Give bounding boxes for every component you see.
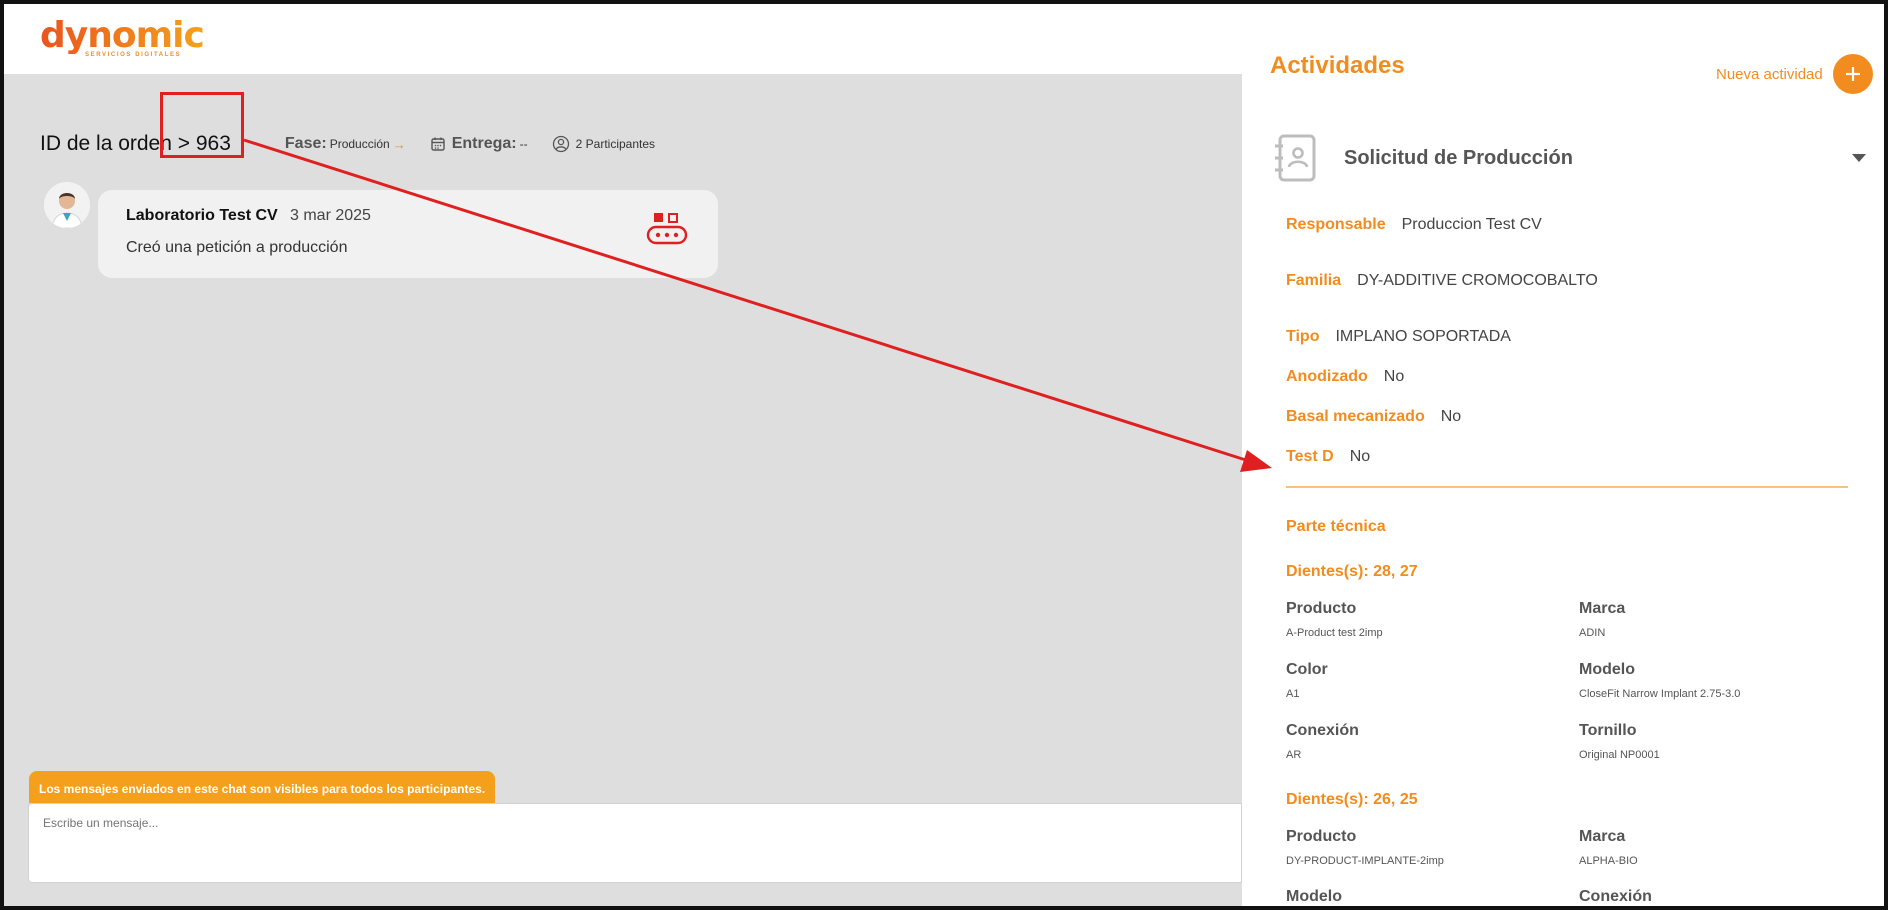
annotation-arrow xyxy=(243,138,1272,472)
